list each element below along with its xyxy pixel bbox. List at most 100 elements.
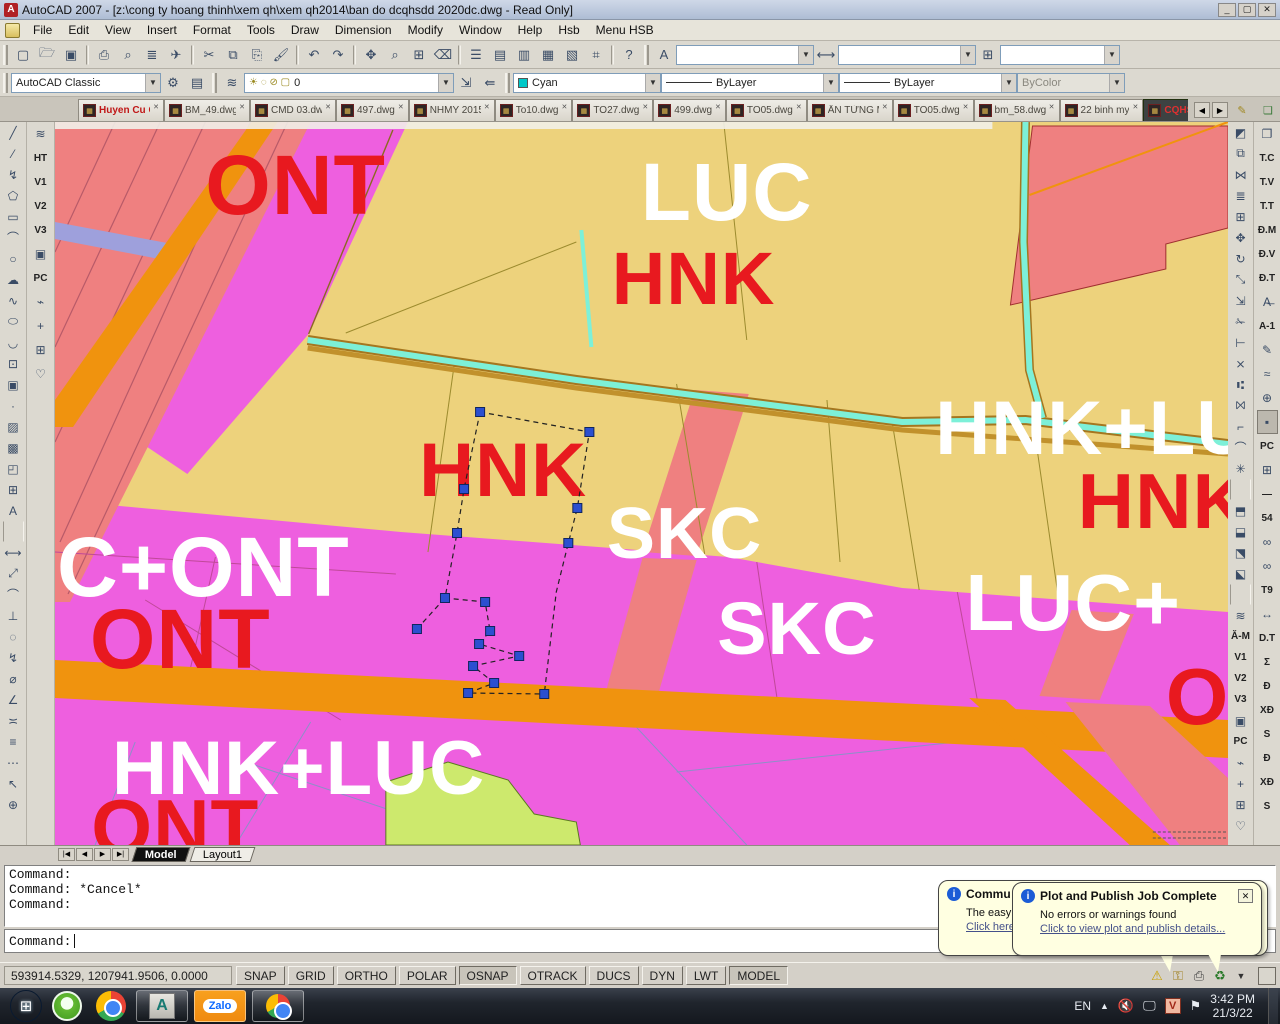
erase-icon[interactable]: ◩ (1230, 122, 1251, 143)
btn-54[interactable]: 54 (1257, 506, 1278, 530)
break-icon[interactable]: ⑆ (1230, 374, 1251, 395)
chevron-down-icon[interactable]: ▼ (645, 74, 660, 92)
tab-close-icon[interactable]: ✕ (1132, 103, 1138, 111)
balloon-link[interactable]: Click to view plot and publish details..… (1040, 923, 1253, 935)
plus2-icon[interactable]: + (1230, 773, 1251, 794)
designcenter-icon[interactable]: ▤ (489, 44, 511, 66)
coordinate-readout[interactable]: 593914.5329, 1207941.9506, 0.0000 (4, 966, 232, 985)
menu-format[interactable]: Format (185, 21, 239, 39)
tab-bm49[interactable]: ▦BM_49.dwg✕ (164, 99, 250, 121)
menu-hsb2[interactable]: Menu HSB (588, 21, 662, 39)
dim-arc-icon[interactable]: ⌒ (3, 584, 24, 605)
d2-button[interactable]: Đ (1257, 746, 1278, 770)
tab-to05b[interactable]: ▦TO05.dwg✕ (893, 99, 974, 121)
menu-help[interactable]: Help (510, 21, 551, 39)
fillet-icon[interactable]: ⌒ (1230, 437, 1251, 458)
chevron-down-icon[interactable]: ▼ (438, 74, 453, 92)
folder-icon[interactable]: ❐ (1257, 122, 1278, 146)
etransmit-icon[interactable]: ✈ (165, 44, 187, 66)
bring-to-front-icon[interactable]: ⬒ (1230, 500, 1251, 521)
tab-huyen-cu-c[interactable]: ▦Huyen Cu C✕ (78, 99, 164, 121)
pc2-button[interactable]: PC (1257, 434, 1278, 458)
move-icon[interactable]: ✥ (1230, 227, 1251, 248)
dim-radius-icon[interactable]: ◌ (3, 626, 24, 647)
v1-button-r[interactable]: V1 (1230, 647, 1251, 668)
calculator-icon[interactable]: ⌗ (585, 44, 607, 66)
tab-prev-button[interactable]: ◀ (76, 848, 93, 861)
explode-icon[interactable]: ✳ (1230, 458, 1251, 479)
paste-icon[interactable]: ⎘ (246, 44, 268, 66)
tab-scroll-left[interactable]: ◀ (1194, 102, 1210, 118)
chevron-down-icon[interactable]: ▼ (1001, 74, 1016, 92)
pan-icon[interactable]: ✥ (360, 44, 382, 66)
xd2-button[interactable]: XĐ (1257, 770, 1278, 794)
autocad-taskbar-item[interactable]: A (136, 990, 188, 1022)
blank-button[interactable]: — (1257, 482, 1278, 506)
text-style-dropdown[interactable]: ▼ (676, 45, 814, 65)
join-icon[interactable]: ⨝ (1230, 395, 1251, 416)
circle-icon[interactable]: ○ (3, 248, 24, 269)
redo-icon[interactable]: ↷ (327, 44, 349, 66)
breakline2-icon[interactable]: ⌁ (1230, 752, 1251, 773)
selection-grip[interactable] (460, 485, 469, 494)
start-button[interactable]: ⊞ (10, 990, 42, 1022)
arrow-lr-icon[interactable]: ↔ (1257, 602, 1278, 626)
selection-grip[interactable] (573, 504, 582, 513)
selection-grip[interactable] (440, 594, 449, 603)
my-workspace-icon[interactable]: ▤ (186, 72, 208, 94)
tab-an-tung[interactable]: ▦ẤN TỪNG M✕ (807, 99, 893, 121)
network-icon[interactable]: 🖵 (1143, 998, 1156, 1014)
tt-button[interactable]: T.T (1257, 194, 1278, 218)
chevron-down-icon[interactable]: ▼ (145, 74, 160, 92)
make-block-icon[interactable]: ▣ (3, 374, 24, 395)
plot-preview-icon[interactable]: ⌕ (117, 44, 139, 66)
tab-close-icon[interactable]: ✕ (239, 103, 245, 111)
minimize-button[interactable]: _ (1218, 3, 1236, 17)
rotate-icon[interactable]: ↻ (1230, 248, 1251, 269)
xd-button[interactable]: XĐ (1257, 698, 1278, 722)
tab-close-icon[interactable]: ✕ (562, 103, 568, 111)
undo-icon[interactable]: ↶ (303, 44, 325, 66)
stretch-icon[interactable]: ⇲ (1230, 290, 1251, 311)
insert-block-icon[interactable]: ⊡ (3, 353, 24, 374)
v3-button[interactable]: V3 (30, 218, 51, 242)
toolbar-grip[interactable] (505, 73, 510, 93)
otrack-toggle[interactable]: OTRACK (520, 966, 586, 985)
publish-icon[interactable]: ≣ (141, 44, 163, 66)
properties-icon[interactable]: ☰ (465, 44, 487, 66)
action-center-flag-icon[interactable]: ⚑ (1190, 998, 1202, 1014)
menu-view[interactable]: View (97, 21, 139, 39)
table-icon[interactable]: ⊞ (3, 479, 24, 500)
plus-icon[interactable]: + (30, 314, 51, 338)
tab-499[interactable]: ▦499.dwg✕ (653, 99, 726, 121)
selection-grip[interactable] (585, 428, 594, 437)
tab-to05a[interactable]: ▦TO05.dwg✕ (726, 99, 807, 121)
dyn-toggle[interactable]: DYN (642, 966, 683, 985)
dim-continue-icon[interactable]: ⋯ (3, 752, 24, 773)
viewport2-icon[interactable]: ▣ (1230, 710, 1251, 731)
wipeout-icon[interactable]: ♡ (30, 362, 51, 386)
selection-grip[interactable] (475, 640, 484, 649)
chrome-taskbar-item[interactable] (252, 990, 304, 1022)
tab-22binhmy[interactable]: ▦22 binh my✕ (1060, 99, 1144, 121)
menu-hsb[interactable]: Hsb (550, 21, 587, 39)
sheet-tool-icon[interactable]: ❏ (1257, 99, 1279, 121)
table3-icon[interactable]: ⊞ (1257, 458, 1278, 482)
rectangle-icon[interactable]: ▭ (3, 206, 24, 227)
line-icon[interactable]: ╱ (3, 122, 24, 143)
selection-grip[interactable] (464, 689, 473, 698)
chevron-down-icon[interactable]: ▼ (960, 46, 975, 64)
volume-muted-icon[interactable]: 🔇 (1118, 998, 1134, 1014)
selection-grip[interactable] (564, 539, 573, 548)
menu-file[interactable]: File (25, 21, 60, 39)
s2-button[interactable]: S (1257, 794, 1278, 818)
coccoc-icon[interactable] (52, 991, 82, 1021)
am-button[interactable]: Ă-M (1230, 626, 1251, 647)
markup-icon[interactable]: ▧ (561, 44, 583, 66)
maximize-button[interactable]: ▢ (1238, 3, 1256, 17)
chevron-down-icon[interactable]: ▼ (823, 74, 838, 92)
menu-modify[interactable]: Modify (400, 21, 451, 39)
dim-style-icon[interactable]: ⟷ (815, 44, 837, 66)
sheetset-icon[interactable]: ▦ (537, 44, 559, 66)
t9-button[interactable]: T9 (1257, 578, 1278, 602)
